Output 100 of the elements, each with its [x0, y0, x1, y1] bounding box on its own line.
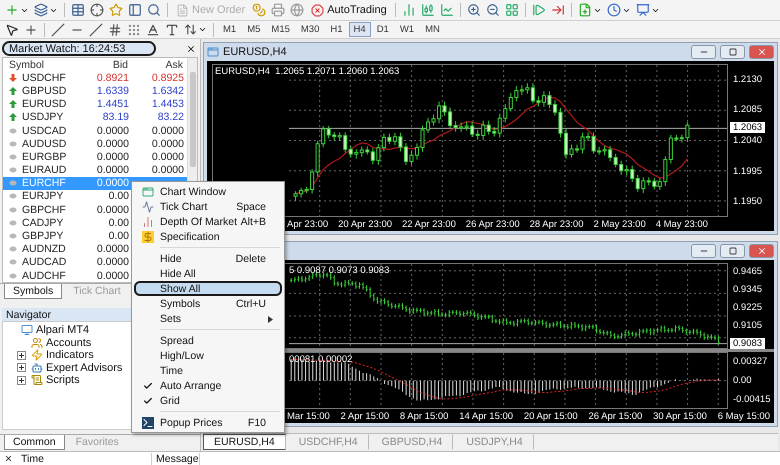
table-icon[interactable] [69, 2, 87, 18]
menu-item[interactable]: Spread [134, 333, 282, 348]
timeframe-button[interactable]: H1 [325, 22, 348, 37]
menu-item[interactable]: Hide All [134, 266, 282, 281]
panel-icon[interactable] [126, 2, 144, 18]
price-label: 0.00 [732, 374, 752, 386]
ask-price: 1.4453 [150, 98, 185, 110]
menu-item[interactable]: Specification [134, 229, 282, 244]
chart-tab[interactable]: EURUSD,H4 [203, 434, 286, 450]
bid-price: 0.8921 [96, 72, 130, 84]
expand-icon[interactable] [17, 363, 26, 372]
timeframe-button[interactable]: H4 [348, 22, 371, 37]
bid-price: 0.00 [108, 216, 130, 229]
globe-icon[interactable] [288, 2, 306, 18]
symbol-row[interactable]: GBPUSD 1.6339 1.6342 [3, 84, 187, 98]
chart-info: 00081 0.00002 [289, 354, 352, 365]
symbol-row[interactable]: AUDUSD 0.0000 0.0000 [3, 137, 187, 150]
price-label: 0.00327 [732, 356, 768, 367]
chart-info: 5 0.9087 0.9073 0.9083 [289, 265, 390, 276]
symbol-row[interactable]: EURUSD 1.4451 1.4453 [3, 98, 187, 111]
maximize-button[interactable] [720, 244, 745, 258]
autotrading-button[interactable]: AutoTrading [307, 2, 391, 18]
symbol-name: AUDNZD [22, 243, 66, 256]
document-icon [176, 4, 189, 16]
menu-item[interactable]: Symbols Ctrl+U [134, 296, 282, 311]
column-header: Time [17, 452, 152, 464]
tree-item[interactable]: Accounts [46, 336, 92, 349]
close-icon[interactable] [4, 454, 13, 463]
bid-price: 83.19 [102, 111, 130, 124]
printer-icon[interactable] [269, 2, 288, 18]
star-icon[interactable] [107, 2, 125, 18]
symbol-name: USDCHF [22, 72, 66, 84]
time-label: 30 Apr 15:00 [653, 410, 707, 422]
symbol-row[interactable]: USDCAD 0.0000 0.0000 [3, 124, 187, 138]
timeframe-button[interactable]: M5 [242, 22, 266, 37]
menu-item[interactable]: Show All [134, 281, 282, 296]
time-label: 22 Apr 23:00 [402, 218, 456, 230]
menu-item[interactable]: Tick Chart Space [134, 199, 282, 214]
menu-item[interactable]: High/Low [134, 348, 282, 363]
plus-icon [5, 3, 19, 17]
tree-item[interactable]: Indicators [46, 349, 94, 362]
timeframe-button[interactable]: W1 [394, 22, 420, 37]
symbol-row[interactable]: USDCHF 0.8921 0.8925 [3, 71, 187, 84]
timeframe-button[interactable]: M30 [296, 22, 324, 37]
price-label: 0.9225 [732, 302, 764, 314]
price-label: 0.9345 [732, 284, 764, 296]
window-title: EURUSD,H4 [223, 46, 288, 58]
symbol-row[interactable]: EURAUD 0.0000 0.0000 [3, 164, 187, 177]
price-label: 1.2130 [732, 74, 764, 85]
bid-price: 1.4451 [96, 98, 130, 110]
close-icon [756, 47, 766, 57]
expand-icon[interactable] [17, 350, 26, 360]
tree-item[interactable]: Expert Advisors [46, 362, 122, 374]
time-label: 4 May 23:00 [656, 218, 708, 230]
column-header: Symbol [8, 58, 46, 71]
time-label: 8 Apr 15:00 [400, 410, 448, 422]
stop-icon [311, 4, 324, 16]
price-label: 1.1950 [732, 196, 764, 208]
tree-item[interactable]: Scripts [46, 374, 80, 386]
bid-price: 0.0000 [96, 138, 130, 150]
bid-price: 0.0000 [96, 164, 130, 176]
menu-item[interactable]: Hide Delete [134, 251, 282, 266]
time-label: 14 Apr 15:00 [459, 410, 514, 422]
time-label: 20 Apr 15:00 [524, 410, 578, 422]
close-icon[interactable] [186, 44, 196, 54]
menu-item[interactable]: Depth Of Market Alt+B [134, 214, 282, 229]
crosshair-icon[interactable] [88, 2, 106, 18]
tab[interactable]: Common [4, 435, 65, 450]
ask-price: 1.6342 [150, 84, 185, 97]
symbol-row[interactable]: USDJPY 83.19 83.22 [3, 110, 187, 124]
trendline-icon[interactable] [87, 21, 105, 38]
panel-title: Market Watch: 16:24:53 [2, 41, 156, 56]
ask-price: 0.8925 [150, 72, 185, 84]
arrows-icon [184, 23, 197, 36]
column-header: Message [152, 452, 200, 464]
terminal-icon [142, 417, 154, 429]
timeframe-button[interactable]: D1 [372, 22, 394, 37]
symbol-row[interactable]: EURGBP 0.0000 0.0000 [3, 150, 187, 164]
menu-item[interactable]: Grid [134, 393, 282, 408]
dollar-icon [142, 231, 154, 243]
menu-item[interactable]: Auto Arrange [134, 378, 282, 393]
time-label: 26 Apr 23:00 [466, 218, 520, 230]
symbol-name: EURGBP [22, 150, 66, 163]
expand-icon[interactable] [17, 376, 26, 385]
maximize-icon [728, 48, 736, 56]
symbol-name: USDJPY [22, 111, 64, 124]
chart-window-icon [207, 46, 219, 58]
tree-item[interactable]: Alpari MT4 [36, 324, 90, 336]
timeframe-button[interactable]: M15 [266, 22, 295, 37]
timeframe-button[interactable]: MN [420, 22, 445, 37]
search-icon[interactable] [145, 2, 163, 18]
symbol-name: GBPCHF [22, 204, 66, 216]
tab[interactable]: Symbols [4, 284, 62, 300]
timeframe-button[interactable]: M1 [218, 22, 242, 37]
maximize-button[interactable] [720, 45, 745, 59]
symbol-name: USDCAD [22, 124, 66, 137]
menu-item[interactable]: Popup Prices F10 [134, 415, 282, 430]
ask-price: 0.0000 [150, 164, 185, 176]
chart-window-icon [142, 186, 154, 198]
menu-item[interactable]: Time [134, 363, 282, 378]
